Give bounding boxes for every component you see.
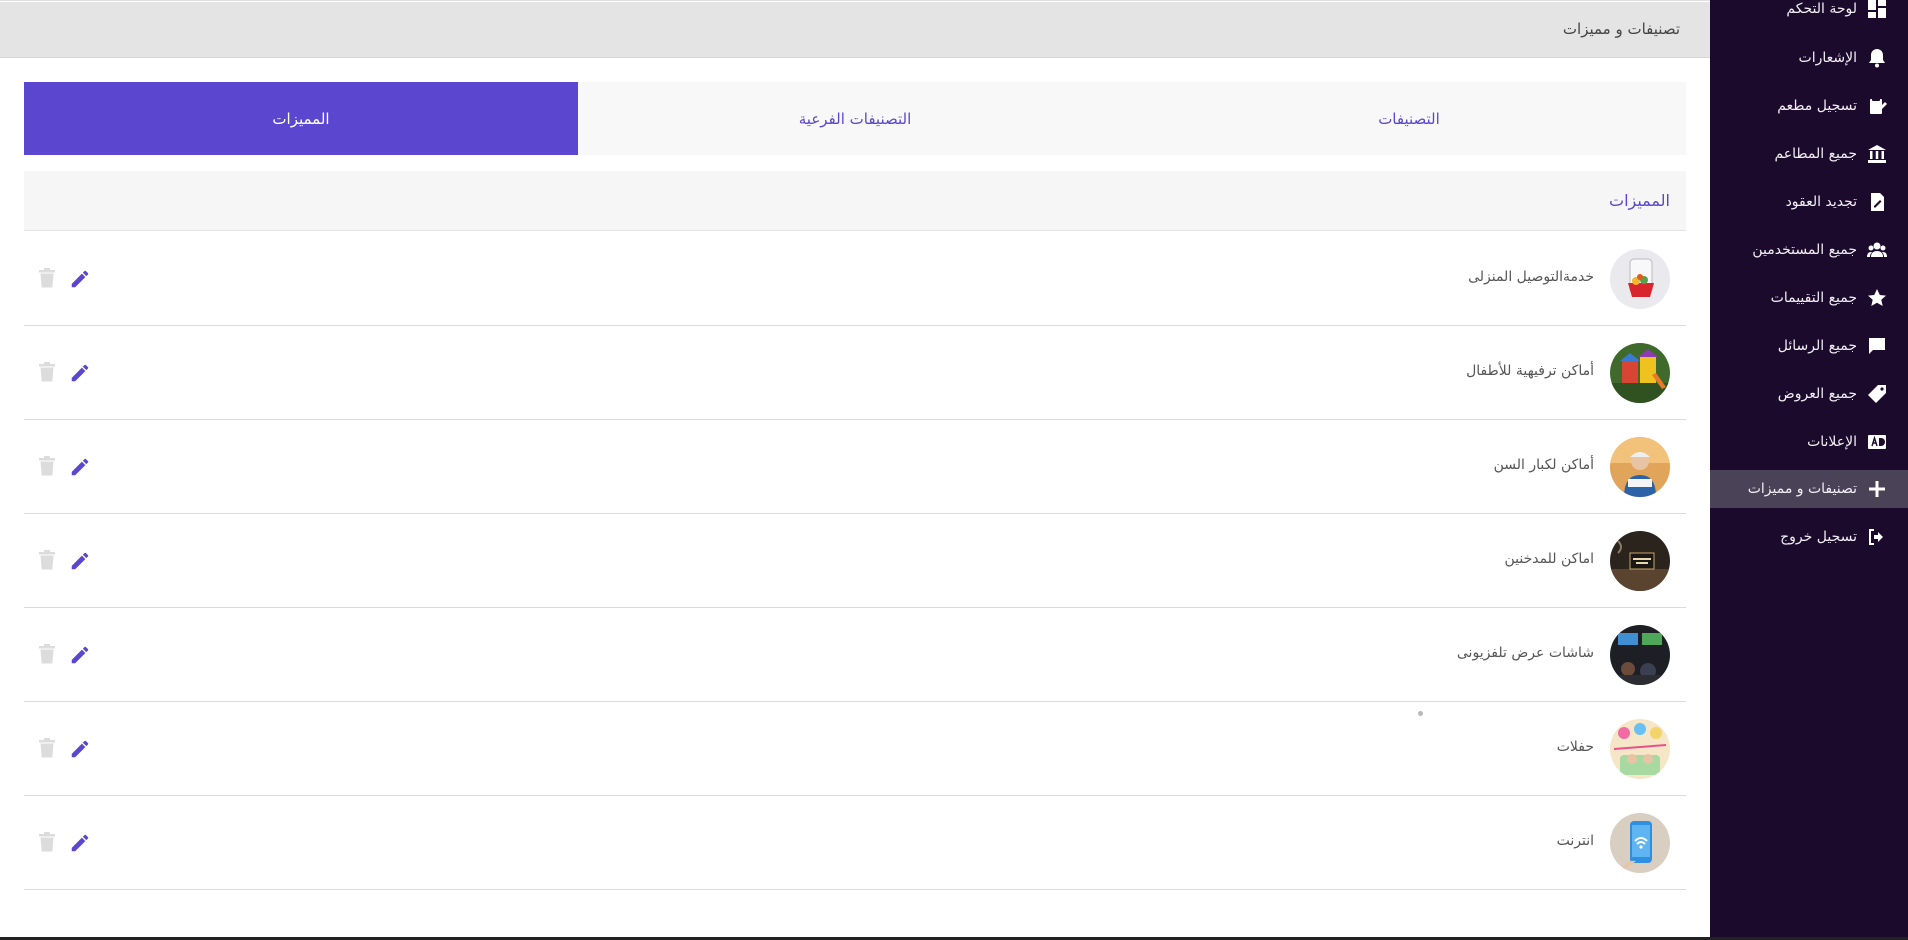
sidebar-item-label: تسجيل خروج: [1780, 529, 1857, 545]
edit-icon[interactable]: [69, 550, 91, 572]
feature-row: أماكن لكبار السن: [24, 420, 1686, 514]
edit-icon[interactable]: [69, 738, 91, 760]
dashboard-icon: [1866, 0, 1888, 20]
sidebar-item-label: الإعلانات: [1807, 434, 1857, 450]
sidebar-item-all-messages[interactable]: جميع الرسائل: [1710, 327, 1908, 365]
tab-subcategories[interactable]: التصنيفات الفرعية: [578, 82, 1132, 155]
sidebar-item-label: تسجيل مطعم: [1777, 98, 1857, 114]
ads-icon: [1866, 431, 1888, 453]
star-icon: [1866, 287, 1888, 309]
trash-icon[interactable]: [38, 456, 58, 478]
section-title: المميزات: [1609, 191, 1670, 210]
feature-name: حفلات: [1556, 739, 1594, 755]
delivery-image: [1610, 249, 1670, 309]
sidebar-item-label: جميع المطاعم: [1774, 146, 1857, 162]
sidebar-item-label: تجديد العقود: [1785, 194, 1857, 210]
feature-row: حفلات: [24, 702, 1686, 796]
tab-features[interactable]: المميزات: [24, 82, 578, 155]
plus-icon: [1866, 478, 1888, 500]
sidebar-item-label: جميع العروض: [1777, 386, 1857, 402]
bell-icon: [1866, 47, 1888, 69]
message-icon: [1866, 335, 1888, 357]
feature-name: أماكن لكبار السن: [1493, 457, 1594, 473]
sidebar-item-label: جميع المستخدمين: [1752, 242, 1857, 258]
offer-tag-icon: [1866, 383, 1888, 405]
sidebar-item-notifications[interactable]: الإشعارات: [1710, 39, 1908, 77]
register-restaurant-icon: [1866, 95, 1888, 117]
feature-row: انترنت: [24, 796, 1686, 890]
loading-dot: [1418, 711, 1423, 716]
sidebar-item-label: الإشعارات: [1798, 50, 1857, 66]
sidebar-item-ads[interactable]: الإعلانات: [1710, 423, 1908, 461]
trash-icon[interactable]: [38, 832, 58, 854]
edit-icon[interactable]: [69, 644, 91, 666]
sidebar-item-register-restaurant[interactable]: تسجيل مطعم: [1710, 87, 1908, 125]
feature-row: أماكن ترفيهية للأطفال: [24, 326, 1686, 420]
edit-icon[interactable]: [69, 832, 91, 854]
smoking-area-image: [1610, 531, 1670, 591]
sidebar: لوحة التحكم الإشعارات تسجيل مطعم جميع ال…: [1710, 0, 1908, 940]
edit-icon[interactable]: [69, 456, 91, 478]
bank-icon: [1866, 143, 1888, 165]
sidebar-item-label: جميع الرسائل: [1777, 338, 1857, 354]
feature-row: شاشات عرض تلفزيونى: [24, 608, 1686, 702]
logout-icon: [1866, 526, 1888, 548]
tabs: المميزات التصنيفات الفرعية التصنيفات: [24, 82, 1686, 155]
playground-image: [1610, 343, 1670, 403]
sidebar-item-all-users[interactable]: جميع المستخدمين: [1710, 231, 1908, 269]
contract-icon: [1866, 191, 1888, 213]
top-bar: تصنيفات و مميزات: [0, 2, 1710, 58]
trash-icon[interactable]: [38, 362, 58, 384]
party-image: [1610, 719, 1670, 779]
sidebar-item-dashboard[interactable]: لوحة التحكم: [1710, 0, 1908, 28]
sidebar-item-categories-features[interactable]: تصنيفات و مميزات: [1710, 470, 1908, 508]
edit-icon[interactable]: [69, 268, 91, 290]
feature-name: خدمةالتوصيل المنزلى: [1468, 269, 1594, 285]
trash-icon[interactable]: [38, 644, 58, 666]
sidebar-item-all-offers[interactable]: جميع العروض: [1710, 375, 1908, 413]
edit-icon[interactable]: [69, 362, 91, 384]
feature-name: اماكن للمدخنين: [1504, 551, 1594, 567]
feature-name: شاشات عرض تلفزيونى: [1456, 645, 1594, 661]
sidebar-item-logout[interactable]: تسجيل خروج: [1710, 518, 1908, 556]
users-icon: [1866, 239, 1888, 261]
sidebar-item-label: لوحة التحكم: [1786, 1, 1857, 17]
feature-name: أماكن ترفيهية للأطفال: [1466, 363, 1594, 379]
sidebar-item-label: تصنيفات و مميزات: [1747, 481, 1857, 497]
feature-row: خدمةالتوصيل المنزلى: [24, 232, 1686, 326]
feature-row: اماكن للمدخنين: [24, 514, 1686, 608]
trash-icon[interactable]: [38, 268, 58, 290]
sidebar-item-all-restaurants[interactable]: جميع المطاعم: [1710, 135, 1908, 173]
sidebar-item-label: جميع التقييمات: [1770, 290, 1857, 306]
sidebar-item-all-ratings[interactable]: جميع التقييمات: [1710, 279, 1908, 317]
main-content: تصنيفات و مميزات المميزات التصنيفات الفر…: [0, 0, 1710, 940]
wifi-image: [1610, 813, 1670, 873]
tab-categories[interactable]: التصنيفات: [1132, 82, 1686, 155]
trash-icon[interactable]: [38, 738, 58, 760]
feature-name: انترنت: [1556, 833, 1594, 849]
trash-icon[interactable]: [38, 550, 58, 572]
tv-screens-image: [1610, 625, 1670, 685]
page-title: تصنيفات و مميزات: [1562, 20, 1680, 38]
section-header: المميزات: [24, 171, 1686, 231]
elderly-image: [1610, 437, 1670, 497]
sidebar-item-renew-contracts[interactable]: تجديد العقود: [1710, 183, 1908, 221]
